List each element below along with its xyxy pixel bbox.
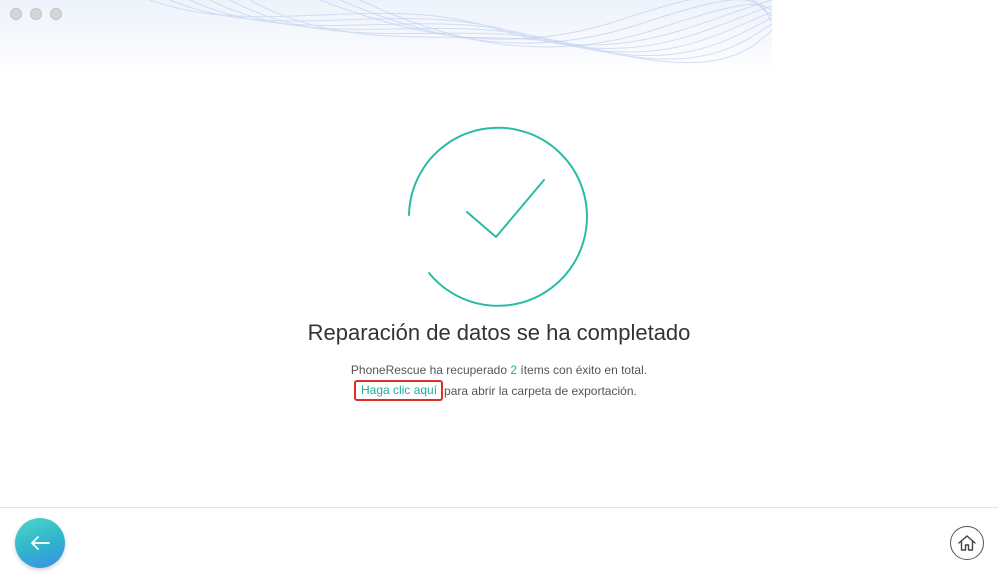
window-controls	[10, 8, 62, 20]
home-button[interactable]	[950, 526, 984, 560]
app-window: Reparación de datos se ha completado Pho…	[0, 0, 998, 580]
zoom-window-button[interactable]	[50, 8, 62, 20]
header-wave-decoration	[0, 0, 772, 74]
back-button[interactable]	[15, 518, 65, 568]
completion-title: Reparación de datos se ha completado	[307, 320, 691, 345]
footer-divider	[0, 507, 998, 508]
export-folder-hint: Haga clic aquí para abrir la carpeta de e…	[354, 380, 637, 401]
summary-prefix: PhoneRescue ha recuperado	[350, 363, 511, 377]
home-icon	[958, 535, 976, 551]
success-check-icon	[405, 125, 591, 309]
arrow-left-icon	[31, 536, 50, 550]
recovery-summary: PhoneRescue ha recuperado 2 ítems con éx…	[0, 363, 998, 377]
export-hint-text: para abrir la carpeta de exportación.	[444, 383, 637, 398]
close-window-button[interactable]	[10, 8, 22, 20]
summary-suffix: ítems con éxito en total.	[517, 363, 648, 377]
open-export-folder-link[interactable]: Haga clic aquí	[354, 380, 444, 401]
minimize-window-button[interactable]	[30, 8, 42, 20]
